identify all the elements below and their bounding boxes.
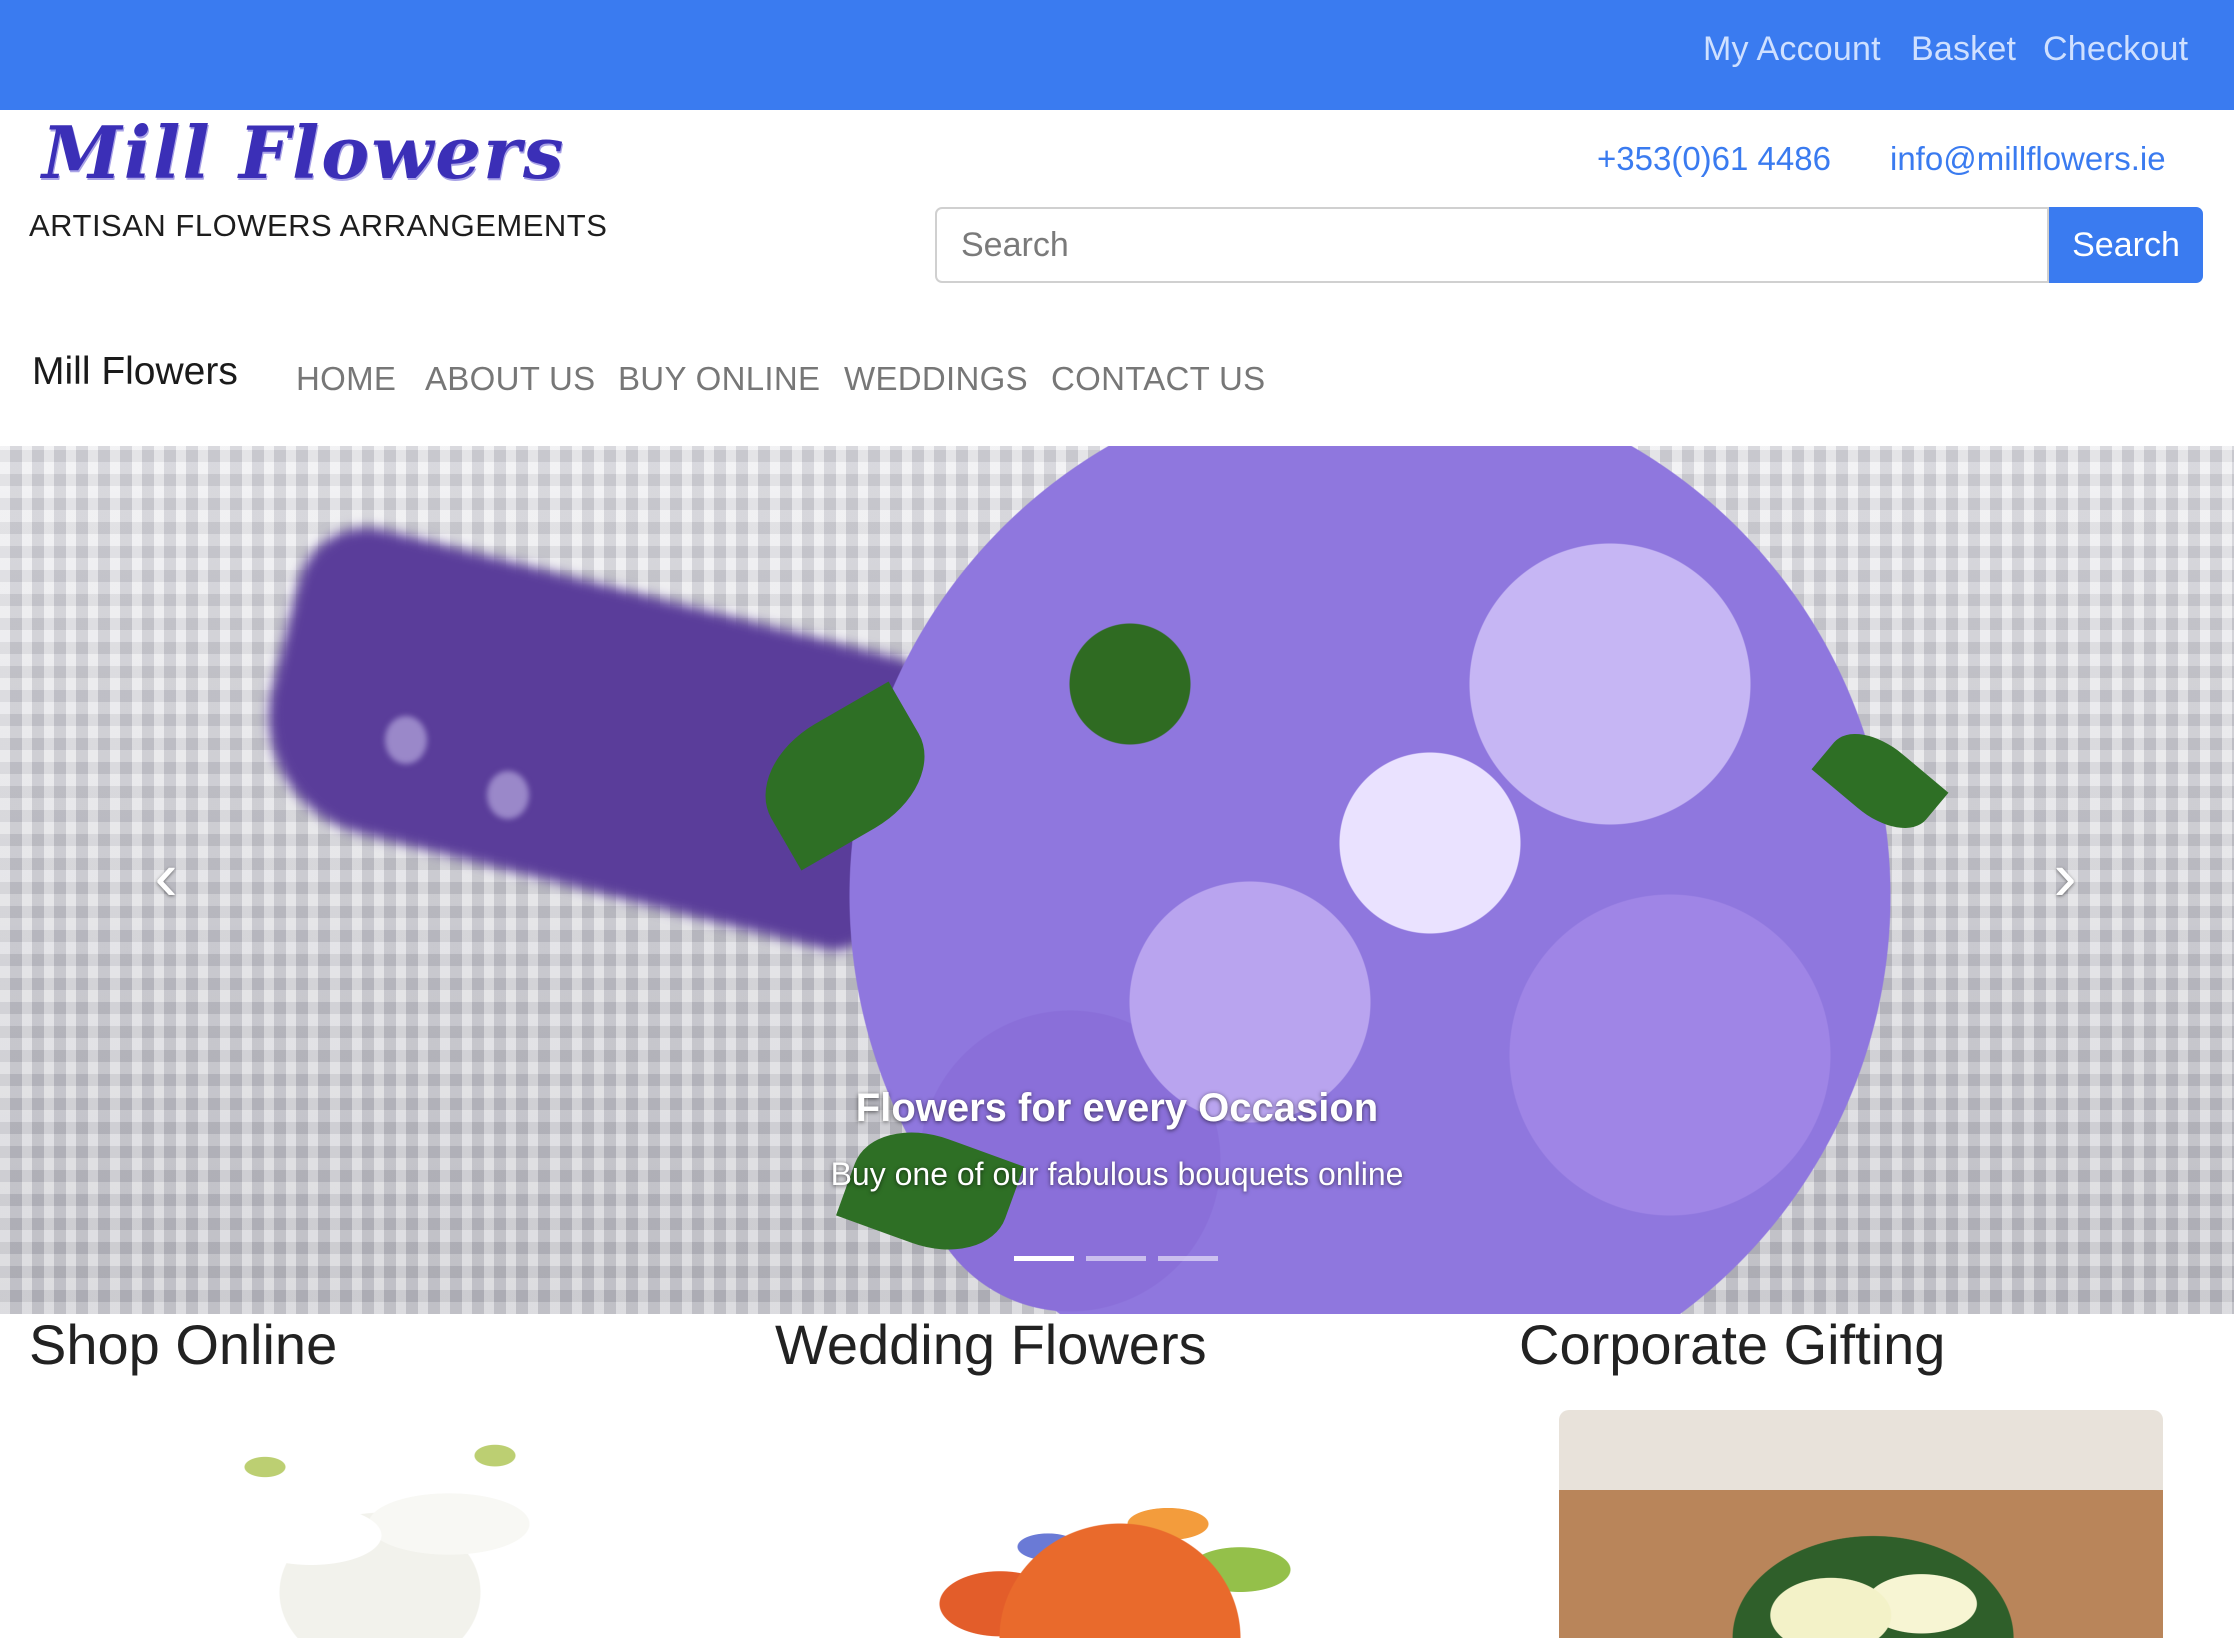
hero-carousel: ‹ › Flowers for every Occasion Buy one o… [0,446,2234,1314]
carousel-indicator[interactable] [1014,1256,1074,1261]
nav-item-home[interactable]: HOME [296,360,396,398]
top-bar: My Account Basket Checkout [0,0,2234,110]
basket-link[interactable]: Basket [1911,30,2016,69]
email-link[interactable]: info@millflowers.ie [1890,140,2166,178]
nav-item-contact-us[interactable]: CONTACT US [1051,360,1265,398]
section-title-corporate-gifting[interactable]: Corporate Gifting [1519,1312,1945,1377]
site-tagline: ARTISAN FLOWERS ARRANGEMENTS [29,208,608,243]
section-title-shop-online[interactable]: Shop Online [29,1312,337,1377]
handle-pin-image [385,716,427,764]
nav-item-buy-online[interactable]: BUY ONLINE [618,360,820,398]
carousel-indicators [1014,1256,1224,1262]
nav-item-about-us[interactable]: ABOUT US [425,360,596,398]
wedding-flowers-image[interactable] [880,1410,1360,1638]
chevron-right-icon[interactable]: › [2035,836,2095,916]
carousel-caption-text: Buy one of our fabulous bouquets online [830,1156,1404,1192]
shop-online-image[interactable] [150,1410,610,1638]
handle-pin-image [487,771,529,819]
navbar-brand[interactable]: Mill Flowers [32,350,238,394]
carousel-indicator[interactable] [1086,1256,1146,1261]
corporate-gifting-image[interactable] [1559,1410,2163,1638]
carousel-indicator[interactable] [1158,1256,1218,1261]
search-input[interactable] [935,207,2049,283]
phone-link[interactable]: +353(0)61 4486 [1597,140,1831,178]
checkout-link[interactable]: Checkout [2043,30,2188,69]
chevron-left-icon[interactable]: ‹ [136,836,196,916]
carousel-caption-title: Flowers for every Occasion [855,1086,1379,1130]
my-account-link[interactable]: My Account [1703,30,1881,69]
search-button[interactable]: Search [2049,207,2203,283]
section-title-wedding-flowers[interactable]: Wedding Flowers [775,1312,1207,1377]
nav-item-weddings[interactable]: WEDDINGS [844,360,1028,398]
site-logo[interactable]: Mill Flowers [42,113,566,193]
